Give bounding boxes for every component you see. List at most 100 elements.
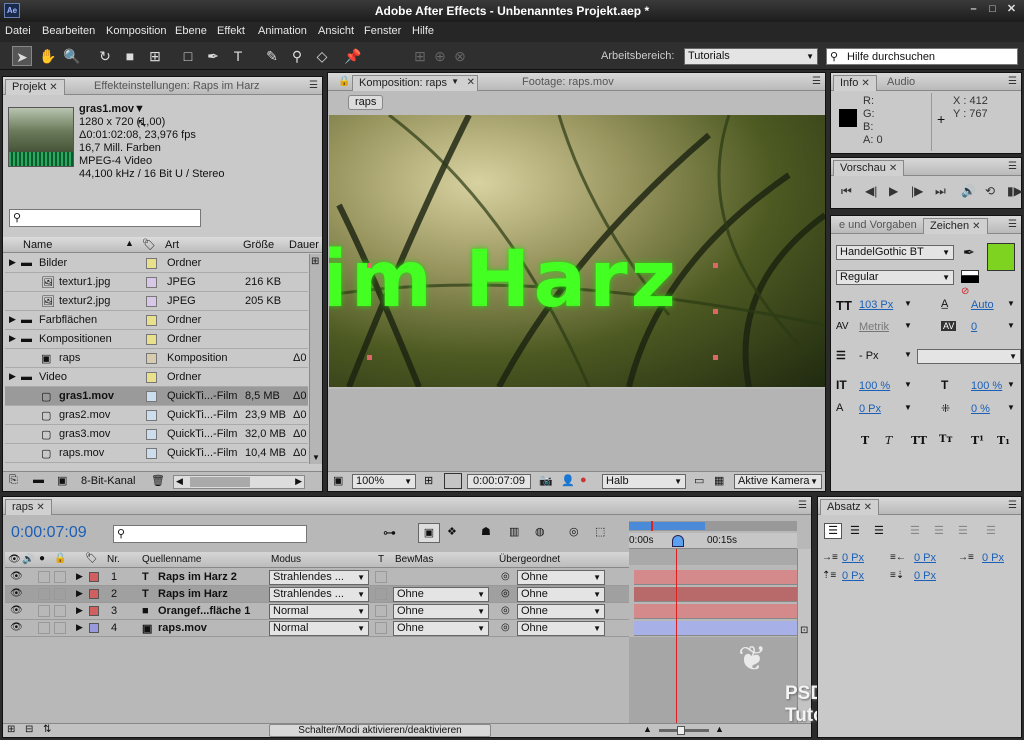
label-tag-icon[interactable]: 🏷	[142, 238, 156, 251]
menu-komposition[interactable]: Komposition	[106, 25, 167, 37]
dropdown-arrow-icon[interactable]: ▼	[1007, 299, 1015, 308]
font-family-select[interactable]: HandelGothic BT	[836, 245, 954, 260]
expand-in-out-icon[interactable]: ⇅	[43, 724, 51, 735]
expand-triangle-icon[interactable]: ▶	[76, 588, 83, 599]
panel-menu-icon[interactable]: ☰	[1008, 161, 1017, 172]
label-color-swatch[interactable]	[146, 429, 157, 440]
eye-icon[interactable]: 👁	[10, 605, 23, 616]
hide-shy-layers-icon[interactable]: ☗	[481, 525, 491, 538]
new-folder-icon[interactable]: ▬	[33, 474, 44, 486]
blend-mode-select[interactable]: Normal	[269, 621, 369, 636]
blend-mode-select[interactable]: Strahlendes ...	[269, 587, 369, 602]
dropdown-arrow-icon[interactable]: ▼	[1007, 380, 1015, 389]
menu-fenster[interactable]: Fenster	[364, 25, 401, 37]
dropdown-arrow-icon[interactable]: ▼	[904, 321, 912, 330]
faux-bold-icon[interactable]: T	[861, 434, 869, 447]
scroll-down-icon[interactable]: ▼	[312, 453, 320, 462]
bit-depth-label[interactable]: 8-Bit-Kanal	[81, 475, 135, 487]
dropdown-arrow-icon[interactable]: ▼	[904, 350, 912, 359]
vertical-scale-value[interactable]: 100 %	[859, 380, 890, 392]
close-icon[interactable]: ✕	[972, 221, 980, 232]
parent-select[interactable]: Ohne	[517, 604, 605, 619]
lock-toggle[interactable]	[54, 588, 66, 600]
project-search-input[interactable]: ⚲	[9, 209, 201, 227]
col-source-name[interactable]: Quellenname	[142, 554, 201, 565]
space-after-value[interactable]: 0 Px	[914, 570, 936, 582]
no-fill-icon[interactable]: ⊘	[961, 286, 969, 297]
close-icon[interactable]: ✕	[864, 502, 872, 513]
tsume-value[interactable]: 0 %	[971, 403, 990, 415]
blend-mode-select[interactable]: Strahlendes ...	[269, 570, 369, 585]
close-icon[interactable]: ✕	[889, 163, 897, 174]
panel-menu-icon[interactable]: ☰	[309, 80, 318, 91]
close-icon[interactable]: ✕	[861, 78, 869, 89]
layer-row[interactable]: 👁 ▶ 1 T Raps im Harz 2 Strahlendes ... ◎ Ohne	[5, 569, 629, 586]
blend-mode-select[interactable]: Normal	[269, 604, 369, 619]
indent-first-line-value[interactable]: 0 Px	[982, 552, 1004, 564]
col-trkmat[interactable]: BewMas	[395, 554, 433, 565]
snapshot-icon[interactable]: 📷	[539, 474, 553, 487]
project-item-row[interactable]: ▢ gras1.mov QuickTi...-Film 8,5 MB Δ0	[5, 387, 308, 406]
layer-handle[interactable]	[367, 355, 372, 360]
col-mode[interactable]: Modus	[271, 554, 301, 565]
tab-paragraph[interactable]: Absatz ✕	[820, 499, 880, 515]
close-icon[interactable]: ✕	[49, 82, 57, 93]
file-name[interactable]: gras1.mov▼	[79, 103, 145, 115]
expand-triangle-icon[interactable]: ▶	[9, 257, 16, 268]
layer-row[interactable]: 👁 ▶ 4 ▣ raps.mov Normal Ohne ◎ Ohne	[5, 620, 629, 637]
toggle-switches-modes-button[interactable]: Schalter/Modi aktivieren/deaktivieren	[269, 724, 491, 737]
pickwhip-icon[interactable]: ◎	[501, 588, 510, 599]
col-name[interactable]: Name	[23, 239, 52, 251]
layer-duration-bar[interactable]	[634, 621, 797, 636]
solo-toggle[interactable]	[38, 622, 50, 634]
project-item-row[interactable]: ▢ gras2.mov QuickTi...-Film 23,9 MB Δ0	[5, 406, 308, 425]
justify-last-left-icon[interactable]: ☰	[910, 524, 920, 537]
axis-view-icon[interactable]: ⊗	[450, 46, 470, 66]
expand-layer-switches-icon[interactable]: ⊞	[7, 724, 15, 735]
menu-effekt[interactable]: Effekt	[217, 25, 245, 37]
indent-right-value[interactable]: 0 Px	[914, 552, 936, 564]
expand-triangle-icon[interactable]: ▶	[76, 571, 83, 582]
safe-zones-icon[interactable]: ⊞	[424, 474, 433, 487]
selection-tool-icon[interactable]: ➤	[12, 46, 32, 66]
first-frame-icon[interactable]: ⏮	[841, 184, 852, 199]
panel-menu-icon[interactable]: ☰	[1008, 76, 1017, 87]
label-color-swatch[interactable]	[146, 277, 157, 288]
region-of-interest-icon[interactable]	[444, 473, 462, 489]
layer-duration-bar[interactable]	[634, 604, 797, 619]
layer-duration-bar[interactable]	[634, 570, 797, 585]
project-hscrollbar[interactable]: ◀ ▶	[173, 475, 305, 489]
expand-triangle-icon[interactable]: ▶	[9, 314, 16, 325]
faux-italic-icon[interactable]: T	[885, 434, 892, 447]
menu-hilfe[interactable]: Hilfe	[412, 25, 434, 37]
always-preview-icon[interactable]: ▣	[333, 474, 343, 487]
lock-toggle[interactable]	[54, 605, 66, 617]
tab-preview[interactable]: Vorschau ✕	[833, 160, 905, 176]
stroke-style-select[interactable]	[917, 349, 1021, 364]
layer-label-color[interactable]	[89, 572, 99, 582]
last-frame-icon[interactable]: ⏭	[935, 184, 946, 199]
frame-blending-icon[interactable]: ▥	[509, 525, 519, 538]
panel-menu-icon[interactable]: ☰	[1008, 500, 1017, 511]
time-navigator[interactable]	[629, 521, 797, 531]
comp-breadcrumb[interactable]: raps	[348, 95, 384, 110]
label-color-swatch[interactable]	[146, 334, 157, 345]
layer-handle[interactable]	[713, 309, 718, 314]
justify-last-right-icon[interactable]: ☰	[958, 524, 968, 537]
pan-behind-tool-icon[interactable]: ⊞	[145, 46, 165, 66]
video-switch-icon[interactable]: 👁	[8, 554, 21, 565]
eraser-tool-icon[interactable]: ◇	[312, 46, 332, 66]
maximize-icon[interactable]: □	[985, 3, 1000, 17]
transparency-grid-icon[interactable]: ▦	[714, 474, 724, 487]
tab-audio[interactable]: Audio	[881, 75, 921, 91]
layer-row[interactable]: 👁 ▶ 2 T Raps im Harz Strahlendes ... Ohne ◎ Ohne	[5, 586, 629, 603]
pen-tool-icon[interactable]: ✒	[203, 46, 223, 66]
time-zoom-thumb[interactable]	[677, 726, 685, 735]
justify-all-icon[interactable]: ☰	[986, 524, 996, 537]
col-parent[interactable]: Übergeordnet	[499, 554, 560, 565]
leading-value[interactable]: Auto	[971, 299, 994, 311]
expand-triangle-icon[interactable]: ▶	[9, 333, 16, 344]
label-color-swatch[interactable]	[146, 391, 157, 402]
space-before-value[interactable]: 0 Px	[842, 570, 864, 582]
eye-icon[interactable]: 👁	[10, 622, 23, 633]
